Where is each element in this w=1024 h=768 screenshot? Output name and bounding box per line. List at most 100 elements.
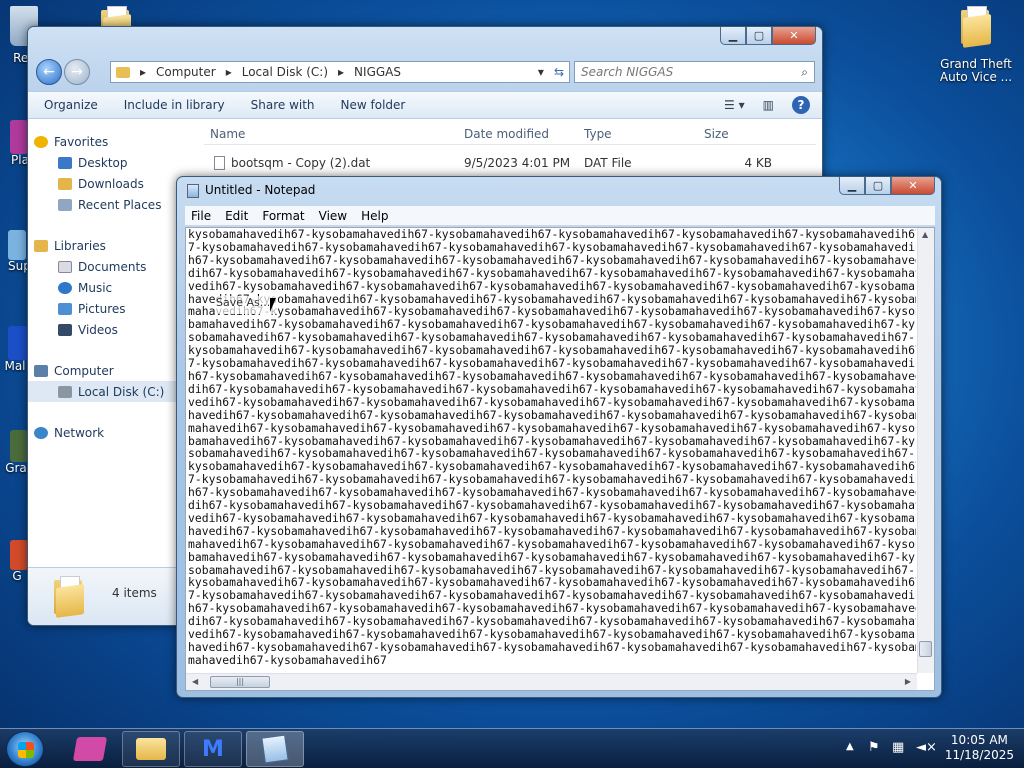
breadcrumb-folder[interactable]: NIGGAS — [354, 65, 401, 79]
menu-view[interactable]: View — [319, 209, 347, 223]
sidebar-network[interactable]: Network — [34, 422, 194, 443]
window-title: Untitled - Notepad — [205, 183, 316, 197]
view-options-icon[interactable]: ☰ ▾ — [724, 98, 745, 112]
organize-button[interactable]: Organize — [44, 98, 98, 112]
app-icon — [10, 120, 28, 154]
menu-format[interactable]: Format — [262, 209, 304, 223]
menu-file[interactable]: File — [191, 209, 211, 223]
sidebar-item-downloads[interactable]: Downloads — [34, 173, 194, 194]
folder-icon — [52, 576, 86, 618]
maximize-button[interactable]: ▢ — [746, 27, 772, 45]
sidebar-item-local-disk[interactable]: Local Disk (C:) — [28, 381, 194, 402]
scroll-left-icon[interactable]: ◀ — [192, 677, 198, 686]
scroll-up-icon[interactable]: ▲ — [922, 230, 928, 239]
desktop-icon-label: Grand Theft Auto Vice ... — [939, 57, 1013, 84]
menu-help[interactable]: Help — [361, 209, 388, 223]
sidebar-libraries[interactable]: Libraries — [34, 235, 194, 256]
computer-icon — [34, 364, 48, 377]
file-type: DAT File — [584, 156, 632, 170]
back-button[interactable]: ← — [36, 59, 62, 85]
include-in-library-button[interactable]: Include in library — [124, 98, 225, 112]
notepad-window[interactable]: Untitled - Notepad ▁ ▢ ✕ File Edit Forma… — [176, 176, 942, 698]
horizontal-scrollbar[interactable]: ◀ ||| ▶ — [186, 673, 917, 690]
windows-logo-icon — [18, 742, 34, 758]
text-line: dih67-kysobamahavedih67-kysobamahavedih6… — [188, 615, 916, 629]
desktop-icon-mal[interactable]: Mal — [2, 326, 28, 373]
close-button[interactable]: ✕ — [772, 27, 816, 45]
text-line: dih67-kysobamahavedih67-kysobamahavedih6… — [188, 266, 916, 280]
file-row[interactable]: bootsqm - Copy (2).dat 9/5/2023 4:01 PM … — [204, 153, 816, 173]
chevron-right-icon: ▸ — [338, 65, 345, 79]
text-line: vedih67-kysobamahavedih67-kysobamahavedi… — [188, 279, 916, 293]
desktop-icon-label: G — [12, 569, 22, 583]
folder-icon — [136, 738, 166, 760]
sidebar-item-recent-places[interactable]: Recent Places — [34, 194, 194, 215]
sidebar-label: Favorites — [54, 134, 109, 149]
desktop-icon-label: Mal — [4, 359, 26, 373]
music-icon — [58, 281, 72, 294]
minimize-button[interactable]: ▁ — [839, 177, 865, 195]
new-folder-button[interactable]: New folder — [341, 98, 406, 112]
breadcrumb-local-disk[interactable]: Local Disk (C:) — [242, 65, 328, 79]
sidebar-label: Desktop — [78, 155, 128, 170]
text-line: kysobamahavedih67-kysobamahavedih67-kyso… — [188, 576, 916, 590]
app-icon — [10, 430, 28, 462]
folder-icon — [959, 6, 993, 48]
menu-edit[interactable]: Edit — [225, 209, 248, 223]
show-hidden-icons[interactable]: ▲ — [846, 741, 854, 752]
volume-muted-icon[interactable]: ◄× — [916, 740, 937, 755]
clock[interactable]: 10:05 AM 11/18/2025 — [945, 733, 1014, 763]
desktop-icon-gra[interactable]: Gra — [4, 430, 28, 475]
close-button[interactable]: ✕ — [891, 177, 935, 195]
search-input[interactable]: Search NIGGAS ⌕ — [574, 61, 815, 83]
action-center-icon[interactable]: ⚑ — [868, 740, 880, 755]
taskbar-explorer[interactable] — [122, 731, 180, 767]
minimize-button[interactable]: ▁ — [720, 27, 746, 45]
folder-icon — [116, 66, 130, 78]
column-date-modified[interactable]: Date modified — [464, 127, 584, 141]
text-area[interactable]: kysobamahavedih67-kysobamahavedih67-kyso… — [185, 227, 935, 691]
sidebar-item-pictures[interactable]: Pictures — [34, 298, 194, 319]
maximize-button[interactable]: ▢ — [865, 177, 891, 195]
start-button[interactable] — [6, 731, 44, 767]
help-icon[interactable]: ? — [792, 96, 810, 114]
notepad-caption-buttons: ▁ ▢ ✕ — [839, 177, 935, 195]
address-bar[interactable]: ▸ Computer ▸ Local Disk (C:) ▸ NIGGAS ▾ … — [110, 61, 570, 83]
chevron-right-icon: ▸ — [225, 65, 232, 79]
sidebar-computer[interactable]: Computer — [34, 360, 194, 381]
column-type[interactable]: Type — [584, 127, 704, 141]
notepad-icon — [187, 184, 199, 198]
text-line: 7-kysobamahavedih67-kysobamahavedih67-ky… — [188, 240, 916, 254]
sidebar-item-documents[interactable]: Documents — [34, 256, 194, 277]
documents-icon — [58, 260, 72, 273]
taskbar-notepad[interactable] — [246, 731, 304, 767]
text-line: kysobamahavedih67-kysobamahavedih67-kyso… — [188, 228, 916, 241]
sidebar-item-videos[interactable]: Videos — [34, 319, 194, 340]
preview-pane-icon[interactable]: ▥ — [763, 98, 774, 112]
vertical-scroll-thumb[interactable] — [919, 641, 932, 657]
column-size[interactable]: Size — [704, 127, 784, 141]
sidebar-item-music[interactable]: Music — [34, 277, 194, 298]
taskbar-app-1[interactable] — [60, 731, 120, 767]
menu-bar: File Edit Format View Help — [185, 206, 935, 226]
network-tray-icon[interactable]: ▦ — [892, 740, 904, 755]
text-content: kysobamahavedih67-kysobamahavedih67-kyso… — [188, 228, 916, 667]
scroll-right-icon[interactable]: ▶ — [905, 677, 911, 686]
column-name[interactable]: Name — [204, 127, 464, 141]
forward-button[interactable]: → — [64, 59, 90, 85]
desktop-icon-g[interactable]: G — [6, 540, 28, 583]
text-line: sobamahavedih67-kysobamahavedih67-kysoba… — [188, 331, 916, 345]
refresh-icon[interactable]: ⇆ — [554, 65, 564, 79]
chevron-down-icon[interactable]: ▾ — [538, 65, 544, 79]
vertical-scrollbar[interactable]: ▲ — [917, 228, 934, 673]
desktop-icon-gta-vice[interactable]: Grand Theft Auto Vice ... — [938, 6, 1014, 84]
sidebar-item-desktop[interactable]: Desktop — [34, 152, 194, 173]
text-line: h67-kysobamahavedih67-kysobamahavedih67-… — [188, 253, 916, 267]
horizontal-scroll-thumb[interactable]: ||| — [210, 676, 270, 688]
share-with-button[interactable]: Share with — [251, 98, 315, 112]
explorer-caption-buttons: ▁ ▢ ✕ — [720, 27, 816, 45]
sidebar-favorites[interactable]: Favorites — [34, 131, 194, 152]
sidebar-label: Network — [54, 425, 105, 440]
taskbar-malwarebytes[interactable]: M — [184, 731, 242, 767]
breadcrumb-computer[interactable]: Computer — [156, 65, 216, 79]
